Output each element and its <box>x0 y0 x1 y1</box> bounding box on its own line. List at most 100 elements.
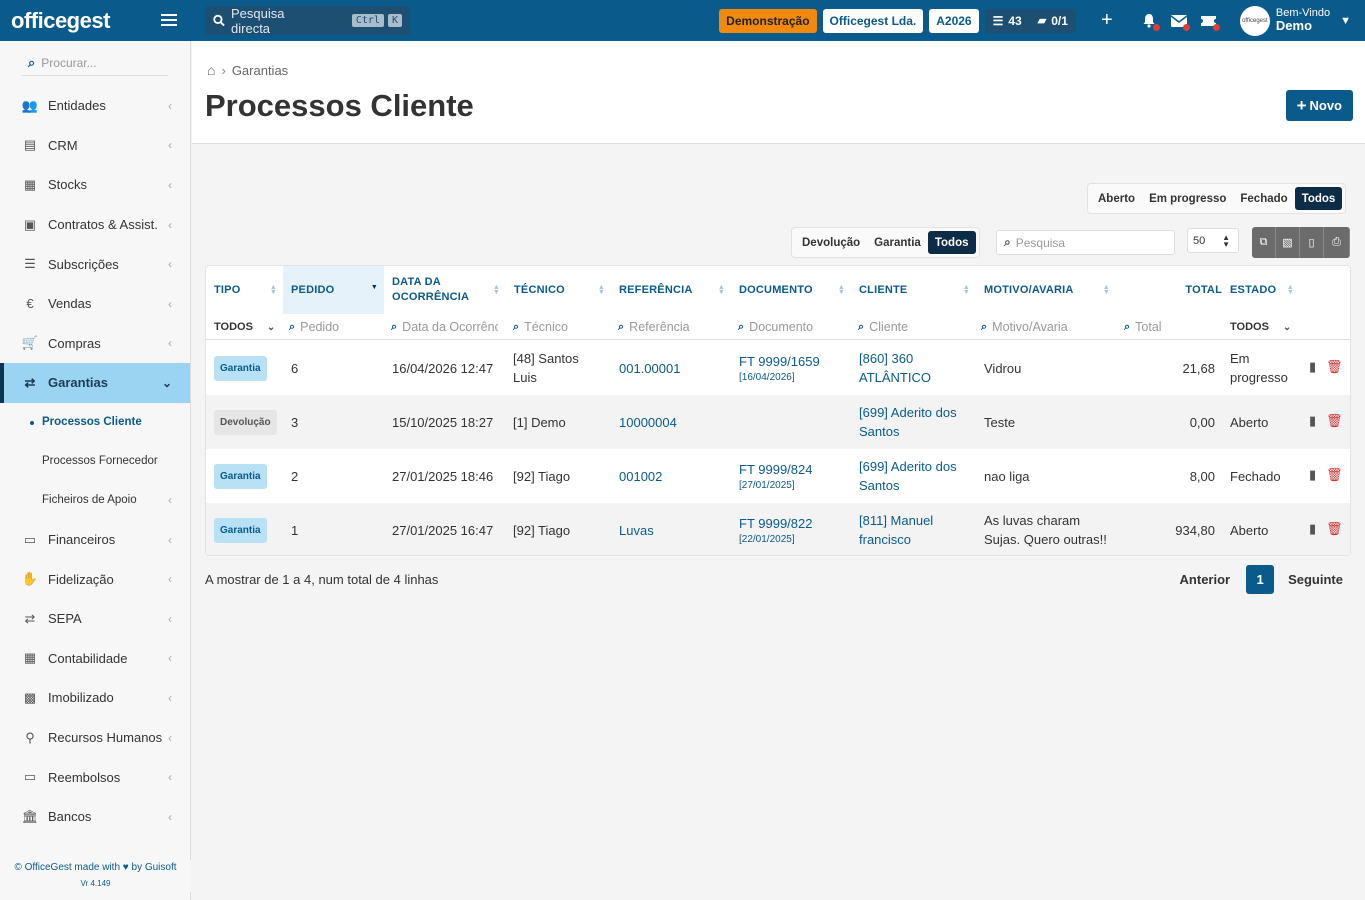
cell-referencia[interactable]: 001.00001 <box>619 341 680 395</box>
ticket-icon[interactable] <box>1196 8 1222 34</box>
sidebar-item-contratos[interactable]: ▣ Contratos & Assist. ‹ <box>0 205 190 245</box>
cell-cliente[interactable]: [699] Aderito dos Santos <box>859 449 969 503</box>
filter-documento-input[interactable]: ⌕ Documento <box>738 314 848 340</box>
estado-option-aberto[interactable]: Aberto <box>1091 187 1142 210</box>
sidebar-item-vendas[interactable]: € Vendas ‹ <box>0 284 190 324</box>
col-header-referencia[interactable]: REFERÊNCIA ▲ ▼ <box>611 266 731 314</box>
col-header-total[interactable]: TOTAL <box>1116 266 1222 314</box>
col-header-documento[interactable]: DOCUMENTO ▲ ▼ <box>731 266 851 314</box>
bell-icon[interactable] <box>1136 8 1162 34</box>
col-header-pedido[interactable]: PEDIDO ▼ <box>283 266 384 314</box>
table-row[interactable]: Garantia 6 16/04/2026 12:47 [48] Santos … <box>206 341 1350 395</box>
mail-icon[interactable] <box>1166 8 1192 34</box>
sidebar-subitem-processos-fornecedor[interactable]: Processos Fornecedor <box>0 442 190 481</box>
estado-option-fechado[interactable]: Fechado <box>1233 187 1294 210</box>
tipo-option-devolucao[interactable]: Devolução <box>795 231 867 254</box>
sidebar-item-reembolsos[interactable]: ▭ Reembolsos ‹ <box>0 757 190 797</box>
filter-tecnico-input[interactable]: ⌕ Técnico <box>513 314 608 340</box>
company-selector[interactable]: Officegest Lda. <box>822 8 924 33</box>
estado-option-em-progresso[interactable]: Em progresso <box>1142 187 1233 210</box>
tasks-counter[interactable]: ☰ 43 <box>984 8 1030 33</box>
trash-icon[interactable]: 🗑 <box>1326 467 1343 483</box>
chevron-left-icon: ‹ <box>168 809 172 824</box>
cell-documento[interactable]: FT 9999/822 [22/01/2025] <box>739 503 812 555</box>
filter-referencia-input[interactable]: ⌕ Referência <box>618 314 728 340</box>
sidebar-item-garantias[interactable]: ⇄ Garantias ⌄ <box>0 363 190 403</box>
col-header-tipo[interactable]: TIPO ▲ ▼ <box>206 266 283 314</box>
file-icon[interactable]: ▮ <box>1309 413 1316 429</box>
table-row[interactable]: Garantia 1 27/01/2025 16:47 [92] Tiago L… <box>206 503 1350 555</box>
cell-documento[interactable]: FT 9999/824 [27/01/2025] <box>739 449 812 503</box>
col-header-data[interactable]: DATA DA OCORRÊNCIA ▲ ▼ <box>384 266 506 314</box>
cell-documento[interactable]: FT 9999/1659 [16/04/2026] <box>739 341 820 395</box>
tipo-option-todos[interactable]: Todos <box>927 231 976 254</box>
sidebar-search[interactable]: ⌕ Procurar... <box>22 50 168 76</box>
menu-toggle-icon[interactable] <box>161 14 177 26</box>
estado-option-todos[interactable]: Todos <box>1294 187 1343 210</box>
file-icon[interactable]: ▮ <box>1309 359 1316 375</box>
filter-estado-select[interactable]: TODOS ⌄ <box>1230 314 1305 340</box>
table-row[interactable]: Devolução 3 15/10/2025 18:27 [1] Demo 10… <box>206 395 1350 449</box>
col-header-label: CLIENTE <box>859 283 908 296</box>
filter-pedido-input[interactable]: ⌕ Pedido <box>289 314 381 340</box>
chevron-left-icon: ‹ <box>168 98 172 113</box>
cell-estado: Aberto <box>1230 414 1269 430</box>
page-size-select[interactable]: 50 ▲ ▼ <box>1187 228 1239 253</box>
sidebar-item-crm[interactable]: ▤ CRM ‹ <box>0 126 190 166</box>
sidebar-item-sepa[interactable]: ⇄ SEPA ‹ <box>0 599 190 639</box>
tipo-option-garantia[interactable]: Garantia <box>867 231 928 254</box>
breadcrumb-garantias[interactable]: Garantias <box>232 63 288 78</box>
trash-icon[interactable]: 🗑 <box>1326 413 1343 429</box>
trash-icon[interactable]: 🗑 <box>1326 359 1343 375</box>
col-header-motivo[interactable]: MOTIVO/AVARIA ▲ ▼ <box>976 266 1116 314</box>
page-1-button[interactable]: 1 <box>1246 565 1275 594</box>
cell-cliente[interactable]: [811] Manuel francisco <box>859 503 969 555</box>
sidebar-item-imobilizado[interactable]: ▩ Imobilizado ‹ <box>0 678 190 718</box>
cell-cliente[interactable]: [860] 360 ATLÂNTICO <box>859 341 969 395</box>
demo-badge[interactable]: Demonstração <box>719 8 817 33</box>
col-header-cliente[interactable]: CLIENTE ▲ ▼ <box>851 266 976 314</box>
home-icon[interactable]: ⌂ <box>207 62 215 78</box>
filter-motivo-input[interactable]: ⌕ Motivo/Avaria <box>981 314 1116 340</box>
filter-tipo-select[interactable]: TODOS ⌄ <box>214 314 283 340</box>
sidebar-item-compras[interactable]: 🛒 Compras ‹ <box>0 324 190 364</box>
new-button[interactable]: + Novo <box>1285 90 1353 121</box>
col-header-tecnico[interactable]: TÉCNICO ▲ ▼ <box>506 266 611 314</box>
sidebar-subitem-ficheiros-apoio[interactable]: Ficheiros de Apoio ‹ <box>0 481 190 520</box>
year-selector[interactable]: A2026 <box>929 8 979 33</box>
sidebar-item-financeiros[interactable]: ▭ Financeiros ‹ <box>0 520 190 560</box>
cell-referencia[interactable]: 10000004 <box>619 395 677 449</box>
table-search-input[interactable]: ⌕ Pesquisa <box>996 230 1175 255</box>
copyright-text[interactable]: © OfficeGest made with ♥ by Guisoft <box>0 860 191 876</box>
add-icon[interactable]: + <box>1094 8 1120 34</box>
file-icon[interactable]: ▮ <box>1309 467 1316 483</box>
prev-page-button[interactable]: Anterior <box>1180 572 1231 587</box>
cell-referencia[interactable]: 001002 <box>619 449 662 503</box>
filter-total-input[interactable]: ⌕ Total <box>1124 314 1219 340</box>
sidebar-item-entidades[interactable]: 👥 Entidades ‹ <box>0 86 190 126</box>
exchange-icon: ⇄ <box>24 610 36 626</box>
cell-cliente[interactable]: [699] Aderito dos Santos <box>859 395 969 449</box>
table-row[interactable]: Garantia 2 27/01/2025 18:46 [92] Tiago 0… <box>206 449 1350 503</box>
print-button[interactable]: ⎙ <box>1324 227 1350 258</box>
filter-data-input[interactable]: ⌕ Data da Ocorrênc <box>391 314 498 340</box>
docs-counter[interactable]: ▰ 0/1 <box>1029 8 1076 33</box>
file-icon[interactable]: ▮ <box>1309 521 1316 537</box>
sidebar-item-subscricoes[interactable]: ☰ Subscrições ‹ <box>0 244 190 284</box>
sidebar-item-fidelizacao[interactable]: ✋ Fidelização ‹ <box>0 559 190 599</box>
next-page-button[interactable]: Seguinte <box>1288 572 1343 587</box>
sidebar-item-recursos-humanos[interactable]: ⚲ Recursos Humanos ‹ <box>0 718 190 758</box>
sidebar-subitem-processos-cliente[interactable]: Processos Cliente <box>0 403 190 442</box>
filter-cliente-input[interactable]: ⌕ Cliente <box>858 314 973 340</box>
pdf-button[interactable]: ▯ <box>1300 227 1324 258</box>
trash-icon[interactable]: 🗑 <box>1326 521 1343 537</box>
col-header-estado[interactable]: ESTADO ▲ ▼ <box>1222 266 1300 314</box>
excel-button[interactable]: ▧ <box>1276 227 1300 258</box>
sidebar-item-contabilidade[interactable]: ▦ Contabilidade ‹ <box>0 639 190 679</box>
copy-button[interactable]: ⧉ <box>1252 227 1276 258</box>
global-search[interactable]: Pesquisa directa Ctrl K <box>205 6 410 36</box>
sidebar-item-stocks[interactable]: ▦ Stocks ‹ <box>0 165 190 205</box>
cell-referencia[interactable]: Luvas <box>619 503 654 555</box>
user-menu[interactable]: officegest Bem-Vindo Demo ▼ <box>1239 5 1351 36</box>
sidebar-item-bancos[interactable]: 🏛 Bancos ‹ <box>0 797 190 837</box>
